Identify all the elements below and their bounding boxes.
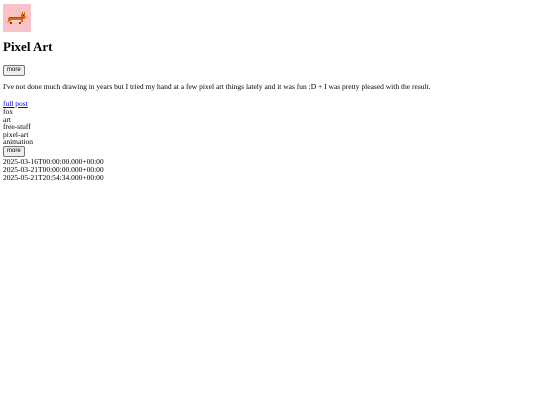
pixel-fox-icon [7, 12, 27, 24]
post-excerpt: I've not done much drawing in years but … [3, 82, 431, 91]
more-button-wrap: more [3, 145, 531, 157]
date-list: 2025-03-16T00:00:00.000+00:00 2025-03-21… [3, 158, 531, 181]
tag-item: fox [3, 107, 13, 116]
tag-item: pixel-art [3, 129, 29, 139]
post-title: Pixel Art [3, 39, 53, 54]
date-item: 2025-05-21T20:54:34.000+00:00 [3, 172, 104, 182]
full-post-link[interactable]: full post [3, 100, 531, 108]
tag-item: animation [3, 137, 33, 147]
post-thumbnail [3, 4, 31, 32]
tag-item: art [3, 114, 11, 124]
more-button[interactable]: more [3, 65, 25, 76]
post-card: Pixel Art more I've not done much drawin… [0, 0, 534, 402]
more-button-secondary[interactable]: more [3, 145, 25, 157]
tag-item: free-stuff [3, 122, 31, 132]
tag-list: fox art free-stuff pixel-art animation [3, 108, 531, 146]
